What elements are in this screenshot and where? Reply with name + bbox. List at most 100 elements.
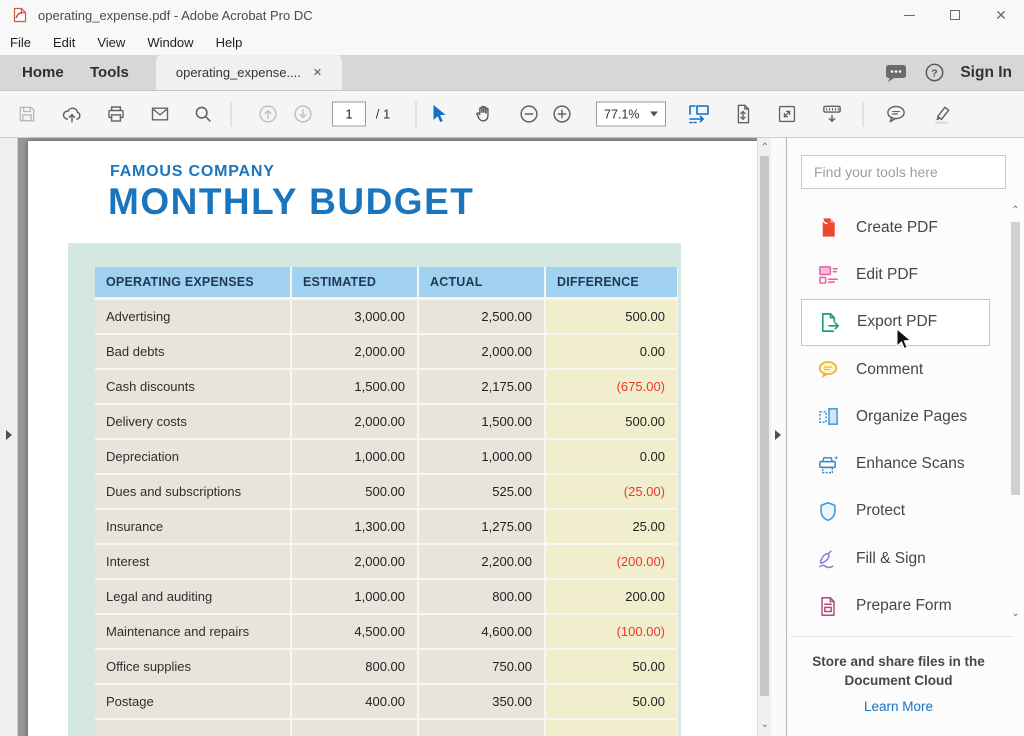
learn-more-link[interactable]: Learn More — [864, 699, 933, 714]
menu-edit[interactable]: Edit — [53, 35, 75, 50]
expense-label-cell: Maintenance and repairs — [95, 615, 290, 648]
expense-label-cell: Delivery costs — [95, 405, 290, 438]
tool-protect[interactable]: Protect — [787, 488, 1024, 535]
promo-text-line1: Store and share files in the — [787, 652, 1010, 671]
page-number-input-box — [332, 102, 366, 127]
page-number-input[interactable] — [333, 103, 365, 126]
actual-cell: 4,600.00 — [419, 615, 544, 648]
close-icon: ✕ — [995, 8, 1007, 22]
table-row: Advertising 3,000.00 2,500.00 500.00 — [95, 300, 678, 333]
notifications-icon[interactable] — [883, 62, 909, 84]
table-row: Dues and subscriptions 500.00 525.00 (25… — [95, 475, 678, 508]
document-cloud-promo: Store and share files in the Document Cl… — [787, 652, 1010, 716]
comment-tool-button[interactable] — [884, 103, 908, 126]
previous-page-button[interactable] — [257, 103, 279, 125]
sidebar-scrollbar-thumb[interactable] — [1011, 222, 1020, 495]
print-button[interactable] — [106, 104, 127, 125]
minimize-icon — [904, 15, 915, 16]
share-upload-button[interactable] — [60, 103, 84, 125]
tool-fill-sign[interactable]: Fill & Sign — [787, 535, 1024, 582]
tools-list: Create PDF Edit PDF — [787, 204, 1024, 630]
page-count-label: / 1 — [376, 107, 390, 122]
left-panel-strip — [0, 138, 18, 736]
tool-create-pdf[interactable]: Create PDF — [787, 204, 1024, 251]
estimated-cell: 500.00 — [292, 475, 417, 508]
fit-width-button[interactable] — [687, 102, 711, 126]
estimated-cell: 1,500.00 — [292, 370, 417, 403]
scroll-up-icon[interactable]: ⌃ — [758, 142, 772, 153]
table-row: Cash discounts 1,500.00 2,175.00 (675.00… — [95, 370, 678, 403]
close-button[interactable]: ✕ — [978, 0, 1024, 30]
full-screen-button[interactable] — [777, 104, 798, 125]
toolbar-divider — [231, 101, 232, 127]
estimated-cell: 1,000.00 — [292, 580, 417, 613]
tool-comment[interactable]: Comment — [787, 346, 1024, 393]
sidebar-scroll-up-icon[interactable]: ⌃ — [1009, 205, 1022, 216]
estimated-cell: 800.00 — [292, 650, 417, 683]
actual-cell — [419, 720, 544, 736]
tool-label: Fill & Sign — [856, 550, 926, 568]
hand-tool-button[interactable] — [473, 103, 495, 125]
actual-cell: 2,200.00 — [419, 545, 544, 578]
expense-label-cell: Bad debts — [95, 335, 290, 368]
tab-home[interactable]: Home — [12, 55, 74, 90]
estimated-cell: 1,000.00 — [292, 440, 417, 473]
estimated-cell: 4,500.00 — [292, 615, 417, 648]
help-icon[interactable]: ? — [924, 62, 945, 83]
main-area: FAMOUS COMPANY MONTHLY BUDGET OPERATING … — [0, 138, 1024, 736]
highlighter-tool-button[interactable] — [930, 103, 954, 126]
menu-window[interactable]: Window — [147, 35, 193, 50]
protect-shield-icon — [815, 498, 841, 524]
fill-sign-pen-icon — [815, 546, 841, 572]
sidebar-scroll-down-icon[interactable]: ⌄ — [1009, 608, 1022, 619]
sidebar-divider — [791, 636, 1012, 637]
minimize-button[interactable] — [886, 0, 932, 30]
estimated-cell: 400.00 — [292, 685, 417, 718]
tab-document[interactable]: operating_expense.... ✕ — [156, 55, 342, 90]
scrollbar-thumb[interactable] — [760, 156, 769, 696]
tool-prepare-form[interactable]: Prepare Form — [787, 582, 1024, 629]
menu-file[interactable]: File — [10, 35, 31, 50]
budget-title: MONTHLY BUDGET — [108, 181, 474, 223]
column-header: OPERATING EXPENSES — [95, 267, 290, 297]
next-page-button[interactable] — [292, 103, 314, 125]
difference-cell: 500.00 — [546, 300, 677, 333]
difference-cell: 50.00 — [546, 650, 677, 683]
tab-close-icon[interactable]: ✕ — [313, 66, 322, 79]
fit-page-button[interactable] — [732, 103, 754, 125]
document-scrollbar[interactable]: ⌃ ⌄ — [757, 138, 771, 736]
table-row: Legal and auditing 1,000.00 800.00 200.0… — [95, 580, 678, 613]
zoom-out-button[interactable] — [518, 103, 540, 125]
sign-in-button[interactable]: Sign In — [960, 64, 1012, 82]
select-tool-button[interactable] — [431, 104, 448, 124]
collapse-right-panel-icon[interactable] — [775, 430, 781, 440]
export-pdf-icon — [816, 309, 842, 335]
tools-search-input[interactable] — [802, 156, 1005, 188]
tab-tools[interactable]: Tools — [80, 55, 139, 90]
difference-cell: (675.00) — [546, 370, 677, 403]
tool-enhance-scans[interactable]: Enhance Scans — [787, 440, 1024, 487]
difference-cell: 50.00 — [546, 685, 677, 718]
tool-organize-pages[interactable]: Organize Pages — [787, 393, 1024, 440]
zoom-in-button[interactable] — [551, 103, 573, 125]
acrobat-logo-icon — [12, 7, 28, 23]
table-row: Depreciation 1,000.00 1,000.00 0.00 — [95, 440, 678, 473]
scroll-down-icon[interactable]: ⌄ — [758, 719, 772, 730]
tool-label: Prepare Form — [856, 597, 952, 615]
column-header: DIFFERENCE — [546, 267, 677, 297]
actual-cell: 1,500.00 — [419, 405, 544, 438]
menu-help[interactable]: Help — [216, 35, 243, 50]
save-button[interactable] — [17, 104, 37, 124]
document-tab-label: operating_expense.... — [176, 65, 301, 80]
menu-view[interactable]: View — [97, 35, 125, 50]
expand-left-panel-icon[interactable] — [6, 430, 12, 440]
zoom-level-dropdown[interactable]: 77.1% — [596, 102, 666, 127]
estimated-cell — [292, 720, 417, 736]
tool-label: Protect — [856, 502, 905, 520]
hide-toolbar-button[interactable] — [820, 103, 844, 126]
actual-cell: 2,175.00 — [419, 370, 544, 403]
maximize-button[interactable] — [932, 0, 978, 30]
email-button[interactable] — [149, 104, 171, 124]
tool-edit-pdf[interactable]: Edit PDF — [787, 251, 1024, 298]
search-icon[interactable] — [193, 104, 214, 125]
